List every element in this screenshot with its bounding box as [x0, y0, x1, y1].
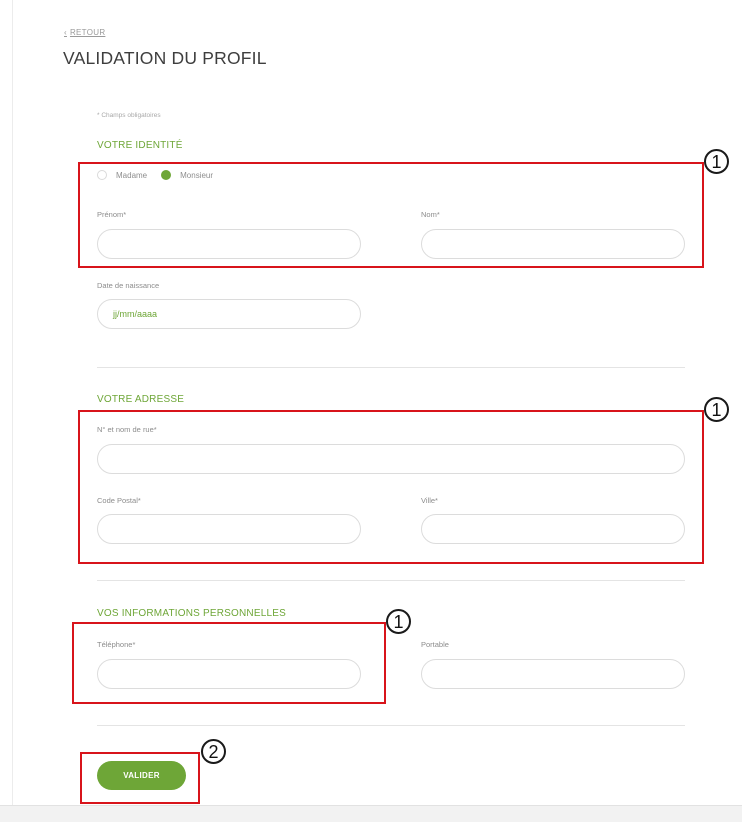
annotation-box-submit	[80, 752, 200, 804]
personal-section-title: VOS INFORMATIONS PERSONNELLES	[97, 608, 286, 619]
annotation-box-address	[78, 410, 704, 564]
identity-section-title: VOTRE IDENTITÉ	[97, 140, 183, 151]
mobile-label: Portable	[421, 640, 449, 649]
annotation-badge-address: 1	[704, 397, 729, 422]
annotation-badge-phone: 1	[386, 609, 411, 634]
bottom-bar	[0, 805, 742, 822]
section-divider	[97, 580, 685, 581]
page-edge	[12, 0, 13, 805]
birthdate-input[interactable]: jj/mm/aaaa	[97, 299, 361, 329]
back-link[interactable]: ‹ RETOUR	[64, 28, 105, 37]
address-section-title: VOTRE ADRESSE	[97, 394, 185, 405]
chevron-left-icon: ‹	[64, 28, 67, 37]
mobile-input[interactable]	[421, 659, 685, 689]
required-fields-note: * Champs obligatoires	[97, 112, 161, 119]
section-divider	[97, 367, 685, 368]
annotation-box-identity	[78, 162, 704, 268]
annotation-badge-submit: 2	[201, 739, 226, 764]
birthdate-label: Date de naissance	[97, 281, 160, 290]
back-link-label: RETOUR	[69, 28, 106, 37]
annotation-box-phone	[72, 622, 386, 704]
page-title: VALIDATION DU PROFIL	[63, 48, 267, 68]
annotation-badge-identity: 1	[704, 149, 729, 174]
section-divider	[97, 725, 685, 726]
birthdate-placeholder: jj/mm/aaaa	[113, 309, 158, 319]
